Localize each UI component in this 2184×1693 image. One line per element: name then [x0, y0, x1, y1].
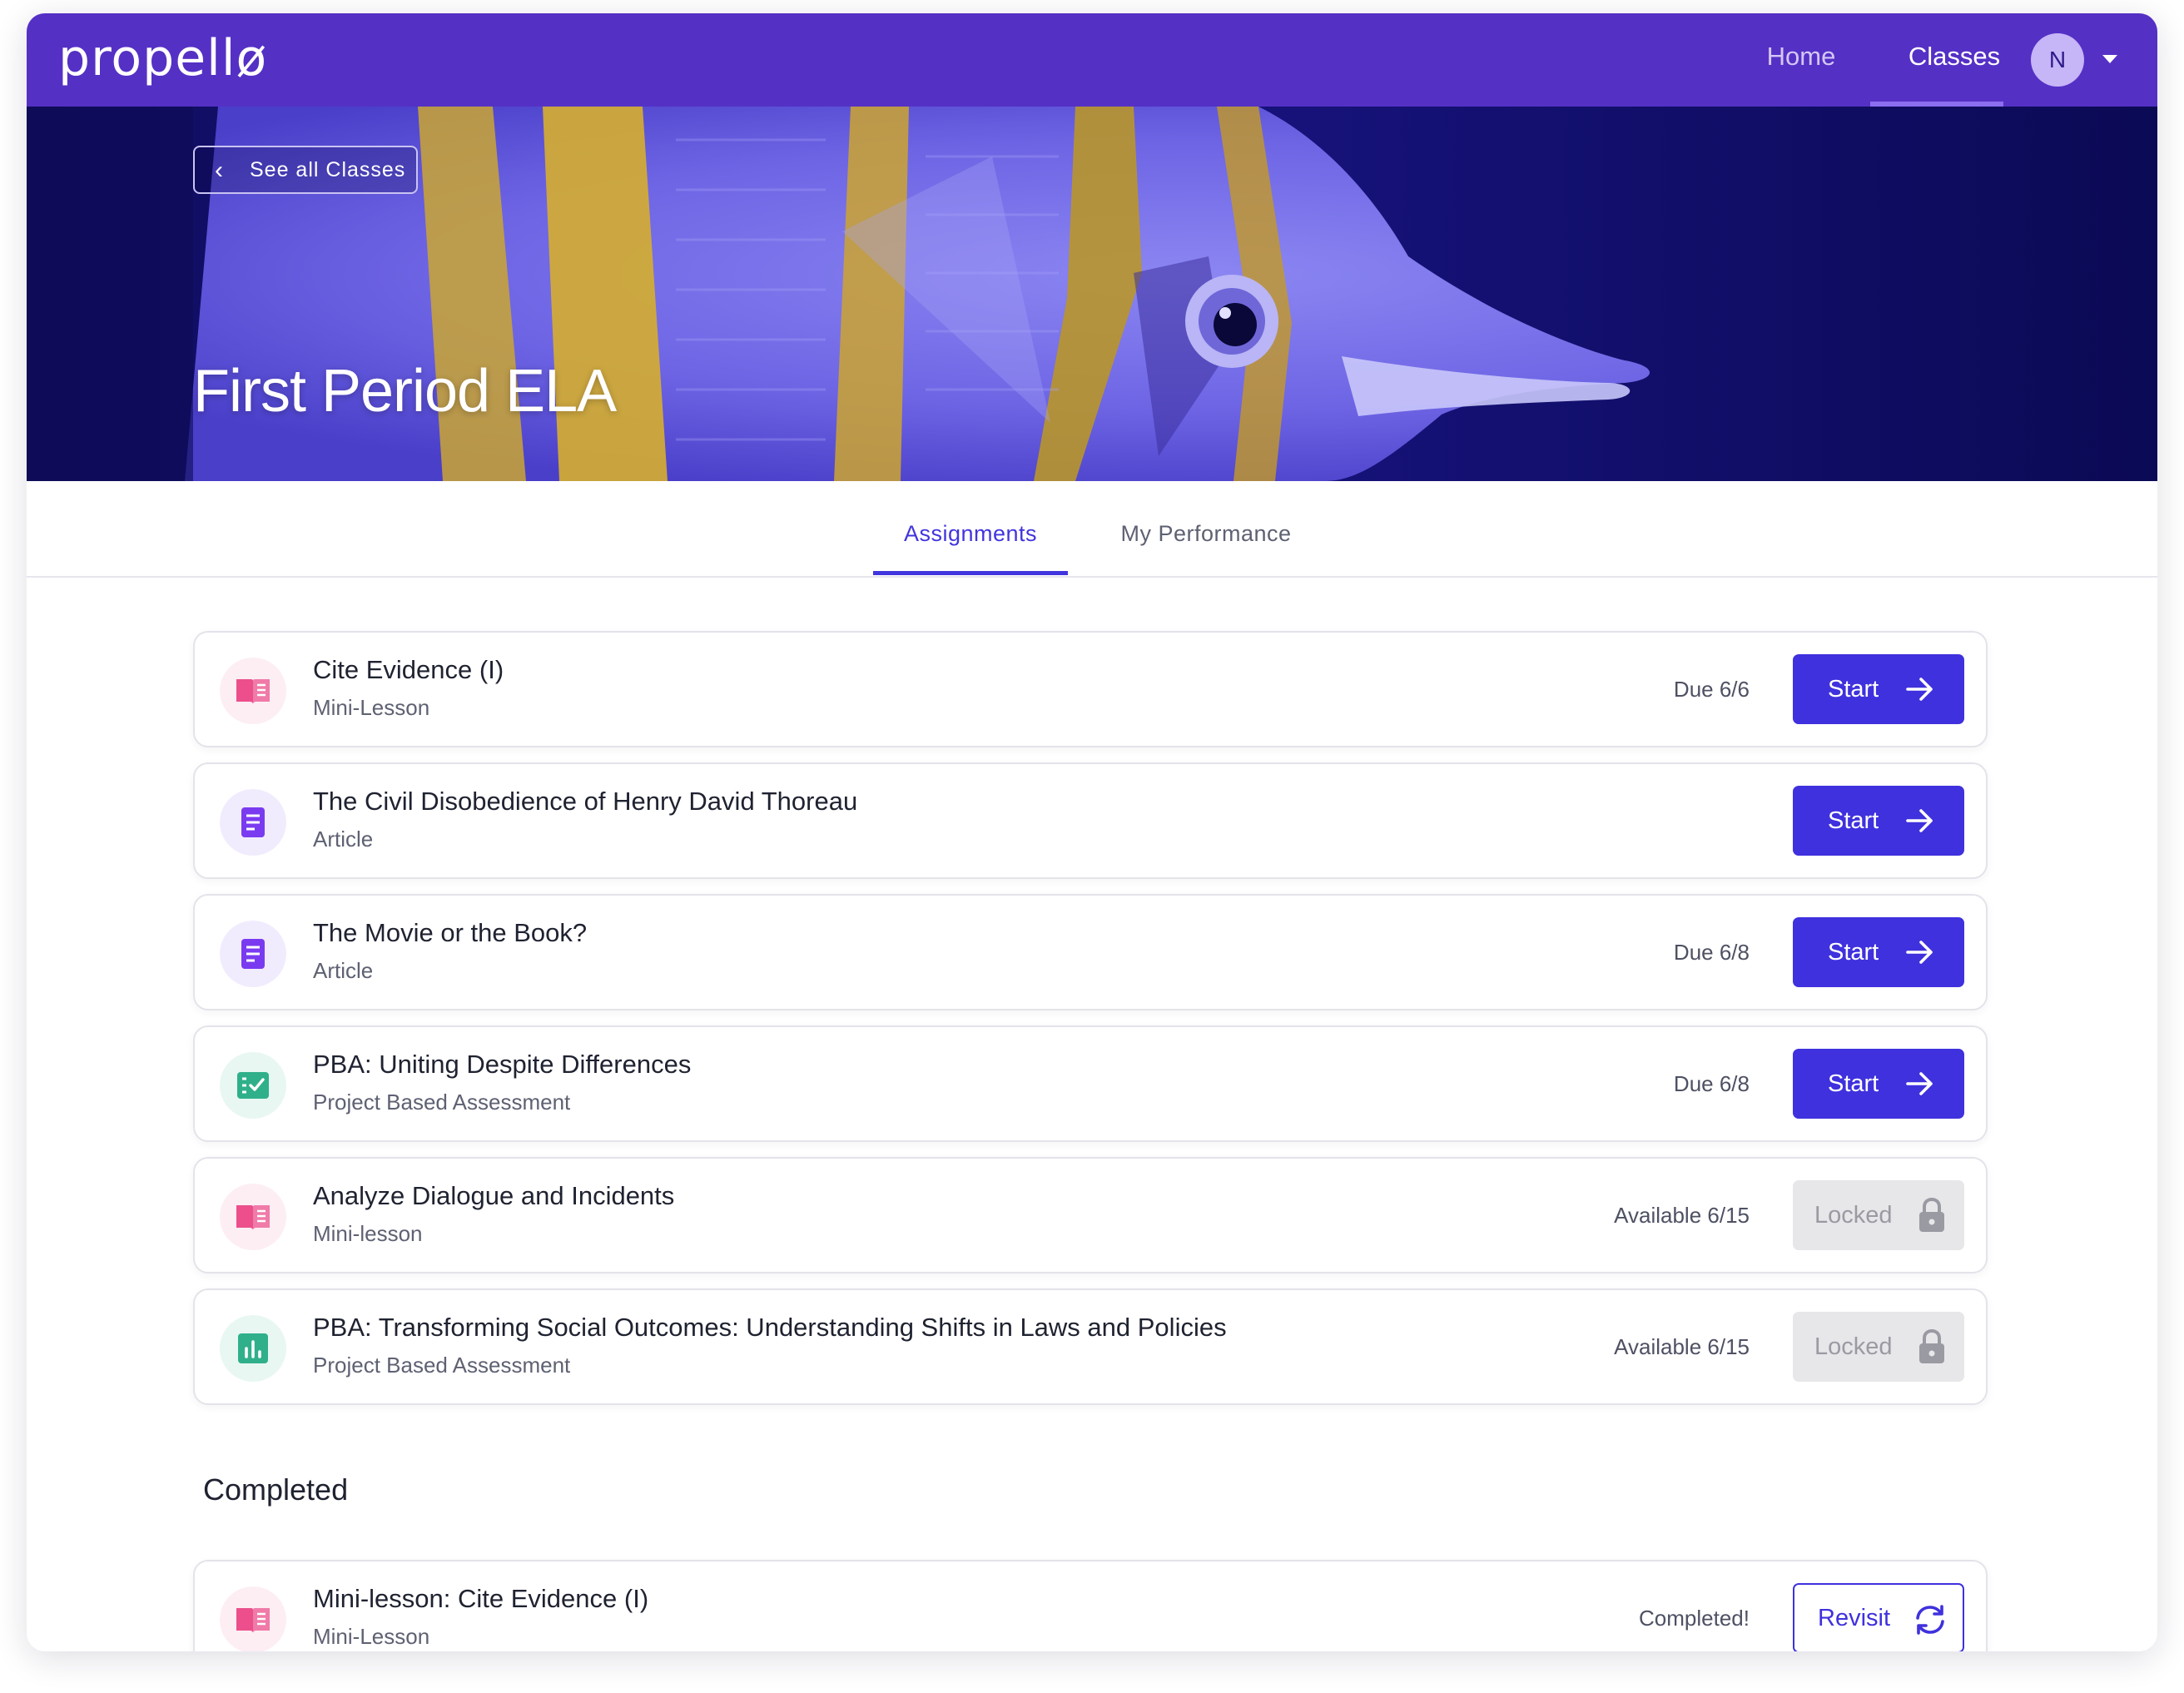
nav-link-home[interactable]: Home [1763, 42, 1839, 72]
assignment-title: PBA: Transforming Social Outcomes: Under… [313, 1313, 1227, 1342]
completed-heading: Completed [203, 1472, 349, 1507]
book-icon [220, 658, 286, 724]
start-button[interactable]: Start [1793, 786, 1964, 856]
class-hero-banner: ‹ See all Classes First Period ELA [27, 107, 2157, 481]
class-tabs: Assignments My Performance [27, 481, 2157, 578]
checklist-icon [220, 1052, 286, 1119]
assignment-available-date: Available 6/15 [1614, 1203, 1750, 1228]
assignment-title: PBA: Uniting Despite Differences [313, 1050, 692, 1079]
assignment-card[interactable]: The Civil Disobedience of Henry David Th… [193, 762, 1988, 879]
start-button-label: Start [1828, 676, 1879, 703]
start-button-label: Start [1828, 939, 1879, 966]
completed-status: Completed! [1639, 1606, 1750, 1631]
top-navbar: propellø Home Classes N [27, 13, 2157, 107]
locked-button: Locked [1793, 1180, 1964, 1250]
start-button-label: Start [1828, 1070, 1879, 1097]
article-icon [220, 921, 286, 987]
assignment-title: The Civil Disobedience of Henry David Th… [313, 787, 858, 816]
arrow-right-icon [1906, 1072, 1933, 1095]
assignment-card[interactable]: PBA: Transforming Social Outcomes: Under… [193, 1288, 1988, 1405]
see-all-classes-label: See all Classes [250, 158, 406, 181]
revisit-button-label: Revisit [1818, 1605, 1891, 1631]
assignment-card[interactable]: Cite Evidence (I) Mini-Lesson Due 6/6 St… [193, 631, 1988, 747]
refresh-icon [1916, 1605, 1944, 1635]
assignment-type: Mini-lesson [313, 1221, 423, 1246]
assignment-type: Article [313, 958, 374, 983]
assignment-title: Analyze Dialogue and Incidents [313, 1181, 675, 1210]
assignment-type: Article [313, 827, 374, 851]
start-button[interactable]: Start [1793, 1049, 1964, 1119]
app-window: propellø Home Classes N ‹ See all Classe… [27, 13, 2157, 1651]
class-title: First Period ELA [193, 358, 617, 424]
assignment-card[interactable]: Analyze Dialogue and Incidents Mini-less… [193, 1157, 1988, 1273]
propello-logo[interactable]: propellø [58, 32, 267, 85]
lock-icon [1919, 1197, 1944, 1232]
assignment-card[interactable]: The Movie or the Book? Article Due 6/8 S… [193, 894, 1988, 1010]
assignment-type: Mini-Lesson [313, 695, 430, 720]
arrow-right-icon [1906, 941, 1933, 964]
assignment-title: The Movie or the Book? [313, 918, 588, 947]
completed-assignment-card[interactable]: Mini-lesson: Cite Evidence (I) Mini-Less… [193, 1560, 1988, 1651]
assignment-title: Mini-lesson: Cite Evidence (I) [313, 1584, 649, 1613]
user-avatar[interactable]: N [2031, 33, 2084, 87]
tab-assignments[interactable]: Assignments [873, 519, 1068, 548]
assignment-type: Project Based Assessment [313, 1090, 571, 1115]
assignment-due-date: Due 6/8 [1673, 940, 1750, 965]
locked-button-label: Locked [1814, 1202, 1893, 1229]
book-icon [220, 1586, 286, 1651]
assignment-title: Cite Evidence (I) [313, 655, 504, 684]
assignment-due-date: Due 6/8 [1673, 1071, 1750, 1096]
assignment-type: Mini-Lesson [313, 1624, 430, 1649]
locked-button-label: Locked [1814, 1333, 1893, 1360]
lock-icon [1919, 1328, 1944, 1363]
book-icon [220, 1184, 286, 1250]
arrow-right-icon [1906, 678, 1933, 701]
tab-my-performance[interactable]: My Performance [1100, 519, 1312, 548]
revisit-button[interactable]: Revisit [1793, 1583, 1964, 1651]
bar-chart-icon [220, 1315, 286, 1382]
start-button[interactable]: Start [1793, 654, 1964, 724]
start-button-label: Start [1828, 807, 1879, 834]
article-icon [220, 789, 286, 856]
locked-button: Locked [1793, 1312, 1964, 1382]
arrow-right-icon [1906, 809, 1933, 832]
assignment-card[interactable]: PBA: Uniting Despite Differences Project… [193, 1025, 1988, 1142]
nav-link-classes[interactable]: Classes [1888, 42, 2021, 72]
see-all-classes-button[interactable]: ‹ See all Classes [193, 146, 418, 194]
caret-down-icon[interactable] [2102, 55, 2117, 63]
tab-active-indicator [873, 571, 1068, 575]
assignment-available-date: Available 6/15 [1614, 1334, 1750, 1359]
chevron-left-icon: ‹ [215, 156, 223, 184]
assignment-type: Project Based Assessment [313, 1353, 571, 1378]
start-button[interactable]: Start [1793, 917, 1964, 987]
assignment-due-date: Due 6/6 [1673, 677, 1750, 702]
